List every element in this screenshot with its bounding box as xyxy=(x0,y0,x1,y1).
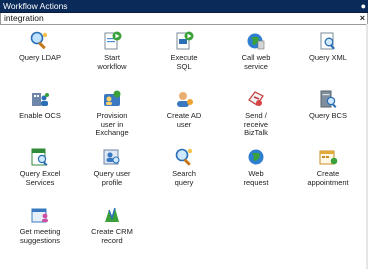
magnifier-person-icon xyxy=(30,31,48,49)
action-create-appointment[interactable]: Create appointment xyxy=(292,146,364,201)
action-start-workflow[interactable]: Start workflow xyxy=(76,30,148,85)
action-query-excel-services[interactable]: Query Excel Services xyxy=(4,146,76,201)
biztalk-icon xyxy=(248,91,264,106)
workflow-actions-panel: Workflow Actions ● × Query LDAP Start w xyxy=(0,0,368,269)
globe-request-icon xyxy=(248,149,264,165)
title-bar: Workflow Actions ● xyxy=(0,0,368,13)
action-label: Query BCS xyxy=(309,111,347,120)
action-label: Call web service xyxy=(241,53,271,71)
exchange-user-icon xyxy=(104,90,121,106)
action-query-ldap[interactable]: Query LDAP xyxy=(4,30,76,85)
user-add-icon xyxy=(177,92,193,107)
action-label: Provision user in Exchange xyxy=(95,111,129,137)
search-person-icon xyxy=(175,148,193,166)
calendar-add-icon xyxy=(319,150,338,165)
action-label: Query LDAP xyxy=(18,53,62,62)
document-sql-icon xyxy=(176,31,194,50)
action-create-ad-user[interactable]: Create AD user xyxy=(148,88,220,143)
search-input[interactable] xyxy=(1,13,344,23)
action-execute-sql[interactable]: Execute SQL xyxy=(148,30,220,85)
action-label: Web request xyxy=(243,169,269,187)
action-query-xml[interactable]: Query XML xyxy=(292,30,364,85)
globe-icon xyxy=(247,33,265,50)
close-icon[interactable]: × xyxy=(360,12,365,24)
action-label: Start workflow xyxy=(97,53,127,71)
action-label: Execute SQL xyxy=(170,53,198,71)
action-get-meeting-suggestions[interactable]: Get meeting suggestions xyxy=(4,204,76,259)
action-label: Search query xyxy=(172,169,196,187)
action-provision-user-exchange[interactable]: Provision user in Exchange xyxy=(76,88,148,143)
action-label: Query XML xyxy=(309,53,347,62)
action-create-crm-record[interactable]: Create CRM record xyxy=(76,204,148,259)
action-enable-ocs[interactable]: Enable OCS xyxy=(4,88,76,143)
calendar-people-icon xyxy=(31,208,48,223)
action-call-web-service[interactable]: Call web service xyxy=(220,30,292,85)
profile-magnifier-icon xyxy=(103,149,120,165)
action-send-receive-biztalk[interactable]: Send / receive BizTalk xyxy=(220,88,292,143)
crm-icon xyxy=(105,207,119,222)
document-magnifier-icon xyxy=(320,32,335,50)
actions-grid: Query LDAP Start workflow Execute SQL Ca… xyxy=(4,30,368,259)
action-label: Enable OCS xyxy=(19,111,61,120)
pin-icon[interactable]: ● xyxy=(361,0,366,12)
document-play-icon xyxy=(104,31,122,50)
action-query-bcs[interactable]: Query BCS xyxy=(292,88,364,143)
action-query-user-profile[interactable]: Query user profile xyxy=(76,146,148,201)
action-label: Create AD user xyxy=(166,111,202,129)
action-label: Query Excel Services xyxy=(19,169,61,187)
building-people-icon xyxy=(32,93,49,106)
server-magnifier-icon xyxy=(320,90,337,108)
excel-magnifier-icon xyxy=(31,148,48,166)
action-label: Get meeting suggestions xyxy=(19,227,61,245)
panel-title: Workflow Actions xyxy=(3,1,68,11)
action-label: Query user profile xyxy=(93,169,131,187)
action-web-request[interactable]: Web request xyxy=(220,146,292,201)
action-label: Create CRM record xyxy=(91,227,133,245)
action-label: Create appointment xyxy=(307,169,349,187)
action-label: Send / receive BizTalk xyxy=(243,111,269,137)
search-bar: × xyxy=(0,13,368,25)
action-search-query[interactable]: Search query xyxy=(148,146,220,201)
